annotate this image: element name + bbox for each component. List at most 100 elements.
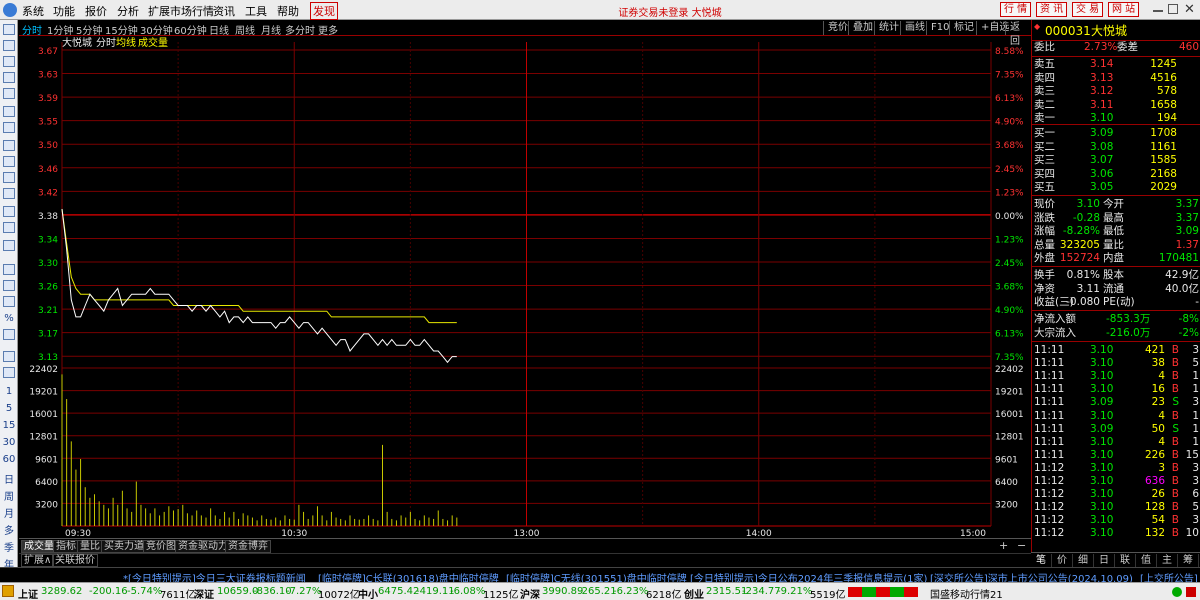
tab-fund-game[interactable]: 资金博弈 <box>225 540 271 553</box>
period-15min[interactable]: 15 <box>0 420 18 431</box>
sector-icon[interactable] <box>3 188 15 199</box>
kline-icon[interactable] <box>3 122 15 133</box>
remove-indicator-button[interactable]: − <box>1017 539 1026 552</box>
tab-price[interactable]: 价 <box>1052 554 1073 567</box>
tick-row[interactable]: 11:11 3.10 4 B 1 <box>1034 370 1199 383</box>
period-5min[interactable]: 5 <box>0 403 18 414</box>
stat-row[interactable]: 收益(三) -0.080 PE(动) - <box>1034 296 1199 309</box>
mark-button[interactable]: 标记 <box>949 21 978 35</box>
bid-row[interactable]: 买四 3.06 2168 <box>1034 168 1199 181</box>
bid-row[interactable]: 买一 3.09 1708 <box>1034 127 1199 140</box>
tab-main[interactable]: 主 <box>1157 554 1178 567</box>
period-day[interactable]: 日 <box>0 471 18 486</box>
hs-index-label[interactable]: 沪深 <box>520 586 540 600</box>
news-button[interactable]: 资 讯 <box>1036 2 1068 17</box>
menu-analysis[interactable]: 分析 <box>117 3 139 19</box>
stat-row[interactable]: 涨跌 -0.28 最高 3.37 <box>1034 212 1199 225</box>
trend-icon[interactable] <box>3 296 15 307</box>
tab-intraday[interactable]: 分时 <box>22 22 42 37</box>
pencil-icon[interactable] <box>3 329 15 340</box>
tab-week[interactable]: 周线 <box>235 22 255 37</box>
tab-extend[interactable]: 扩展∧ <box>21 554 55 567</box>
tab-fund-drive[interactable]: 资金驱动力 <box>175 540 231 553</box>
draw-button[interactable]: 画线 <box>900 21 929 35</box>
tab-indicator[interactable]: 指标 <box>53 540 79 553</box>
tab-30min[interactable]: 30分钟 <box>140 22 173 37</box>
period-30min[interactable]: 30 <box>0 437 18 448</box>
list-icon[interactable] <box>3 88 15 99</box>
monitor-icon[interactable] <box>3 264 15 275</box>
tab-5min[interactable]: 5分钟 <box>76 22 102 37</box>
tick-row[interactable]: 11:12 3.10 128 B 5 <box>1034 501 1199 514</box>
stat-row[interactable]: 净资 3.11 流通 40.0亿 <box>1034 283 1199 296</box>
percent-tool[interactable]: % <box>0 313 18 324</box>
bid-row[interactable]: 买二 3.08 1161 <box>1034 141 1199 154</box>
bid-row[interactable]: 买三 3.07 1585 <box>1034 154 1199 167</box>
chart-line-icon[interactable] <box>3 106 15 117</box>
grid-icon[interactable] <box>3 72 15 83</box>
tab-detail[interactable]: 细 <box>1073 554 1094 567</box>
tick-row[interactable]: 11:12 3.10 26 B 6 <box>1034 488 1199 501</box>
period-1min[interactable]: 1 <box>0 386 18 397</box>
tab-related-quotes[interactable]: 关联报价 <box>52 554 98 567</box>
settings-icon[interactable] <box>3 240 15 251</box>
fund-flow-row[interactable]: 大宗流入 -216.0万 -2% <box>1034 327 1199 340</box>
menu-quote[interactable]: 报价 <box>85 3 107 19</box>
tab-day-detail[interactable]: 日 <box>1094 554 1115 567</box>
tab-60min[interactable]: 60分钟 <box>174 22 207 37</box>
ask-row[interactable]: 卖四 3.13 4516 <box>1034 72 1199 85</box>
tick-row[interactable]: 11:12 3.10 54 B 3 <box>1034 514 1199 527</box>
tick-row[interactable]: 11:11 3.10 38 B 5 <box>1034 357 1199 370</box>
tab-more[interactable]: 更多 <box>318 22 338 37</box>
menu-tools[interactable]: 工具 <box>245 3 267 19</box>
multi-icon[interactable] <box>3 367 15 378</box>
tab-auction-chart[interactable]: 竞价图 <box>143 540 179 553</box>
back-button[interactable]: 返回 <box>1005 21 1031 47</box>
zx-index-label[interactable]: 中小 <box>358 586 378 600</box>
period-quarter[interactable]: 季 <box>0 539 18 554</box>
tick-row[interactable]: 11:12 3.10 636 B 3 <box>1034 475 1199 488</box>
ask-row[interactable]: 卖三 3.12 578 <box>1034 85 1199 98</box>
maximize-icon[interactable] <box>1168 4 1178 14</box>
tick-row[interactable]: 11:12 3.10 132 B 10 <box>1034 527 1199 540</box>
tab-month[interactable]: 月线 <box>261 22 281 37</box>
tick-row[interactable]: 11:11 3.10 4 B 1 <box>1034 436 1199 449</box>
quote-button[interactable]: 行 情 <box>1000 2 1032 17</box>
cy-index-label[interactable]: 创业 <box>684 586 704 600</box>
tick-row[interactable]: 11:11 3.10 4 B 1 <box>1034 410 1199 423</box>
block-icon[interactable] <box>3 172 15 183</box>
fund-icon[interactable] <box>3 156 15 167</box>
sh-index-label[interactable]: 上证 <box>18 586 38 600</box>
forward-icon[interactable] <box>3 40 15 51</box>
up-icon[interactable] <box>3 56 15 67</box>
website-button[interactable]: 网 站 <box>1108 2 1140 17</box>
trade-button[interactable]: 交 易 <box>1072 2 1104 17</box>
finance-icon[interactable] <box>3 206 15 217</box>
minimize-icon[interactable] <box>1153 10 1163 12</box>
tab-15min[interactable]: 15分钟 <box>105 22 138 37</box>
tab-ticks[interactable]: 笔 <box>1031 554 1052 567</box>
menu-news[interactable]: 资讯 <box>213 3 235 19</box>
back-icon[interactable] <box>3 24 15 35</box>
stat-row[interactable]: 现价 3.10 今开 3.37 <box>1034 198 1199 211</box>
menu-system[interactable]: 系统 <box>22 3 44 19</box>
ask-row[interactable]: 卖五 3.14 1245 <box>1034 58 1199 71</box>
menu-function[interactable]: 功能 <box>53 3 75 19</box>
tick-row[interactable]: 11:11 3.09 23 S 3 <box>1034 396 1199 409</box>
tab-value[interactable]: 值 <box>1136 554 1157 567</box>
compare-icon[interactable] <box>3 280 15 291</box>
tab-multi-intraday[interactable]: 多分时 <box>285 22 315 37</box>
tab-volume[interactable]: 成交量 <box>21 540 57 553</box>
tab-buy-sell-force[interactable]: 买卖力道 <box>101 540 147 553</box>
report-icon[interactable] <box>3 222 15 233</box>
menu-discover[interactable]: 发现 <box>310 2 338 20</box>
menu-help[interactable]: 帮助 <box>277 3 299 19</box>
add-indicator-button[interactable]: + <box>999 539 1008 552</box>
tab-1min[interactable]: 1分钟 <box>47 22 73 37</box>
stat-row[interactable]: 外盘 152724 内盘 170481 <box>1034 252 1199 265</box>
stat-row[interactable]: 总量 323205 量比 1.37 <box>1034 239 1199 252</box>
tab-volume-ratio[interactable]: 量比 <box>77 540 103 553</box>
sz-index-label[interactable]: 深证 <box>194 586 214 600</box>
tick-row[interactable]: 11:12 3.10 3 B 3 <box>1034 462 1199 475</box>
fs-icon[interactable] <box>3 351 15 362</box>
